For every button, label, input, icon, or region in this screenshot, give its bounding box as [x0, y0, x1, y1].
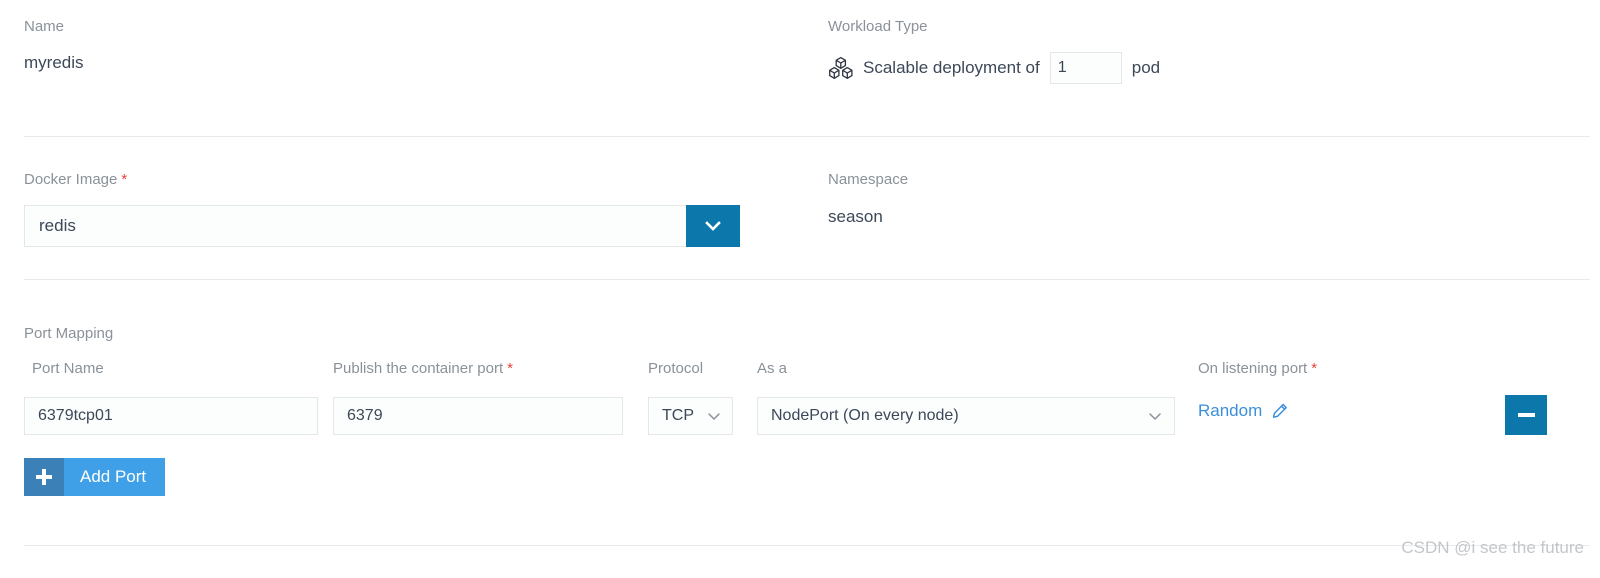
docker-image-group: Docker Image * [24, 171, 740, 247]
docker-image-input[interactable] [24, 205, 686, 247]
header-as-a: As a [757, 360, 788, 377]
workload-form-page: Name myredis Workload Type Scalable depl… [0, 0, 1600, 578]
section-basic-info: Name myredis Workload Type Scalable depl… [0, 0, 1600, 136]
port-mapping-title: Port Mapping [24, 325, 114, 342]
header-publish-port-required: * [507, 360, 513, 377]
add-port-button[interactable]: Add Port [24, 458, 166, 496]
section-image-namespace: Docker Image* Namespace season [0, 137, 1600, 279]
header-publish-port: Publish the container port [333, 360, 504, 377]
workload-type-label: Workload Type [828, 18, 928, 35]
docker-image-dropdown-button[interactable] [686, 205, 740, 247]
section-port-mapping: Port Mapping Port Name Publish the conta… [0, 280, 1600, 519]
port-mapping-header-row: Port Name Publish the container port * Pr… [0, 360, 1600, 380]
workload-type-row: Scalable deployment of pod [828, 52, 1160, 84]
namespace-label: Namespace [828, 171, 909, 188]
namespace-value: season [828, 207, 883, 226]
replica-count-input[interactable] [1049, 52, 1122, 84]
header-port-name: Port Name [32, 360, 104, 377]
header-listening-port: On listening port [1198, 360, 1308, 377]
header-listening-port-required: * [1311, 360, 1318, 377]
protocol-select-value: TCP [662, 407, 694, 424]
name-label: Name [24, 18, 65, 35]
docker-image-label: Docker Image [24, 171, 118, 188]
workload-text-after: pod [1131, 58, 1161, 77]
pencil-icon[interactable] [1271, 402, 1289, 420]
add-port-icon-area [24, 458, 64, 496]
name-field-group: Name myredis [24, 18, 84, 74]
name-value: myredis [24, 53, 84, 72]
header-protocol: Protocol [648, 360, 704, 377]
deployment-cubes-icon [829, 56, 853, 79]
header-listening-port-wrap: On listening port * [1198, 360, 1317, 378]
chevron-down-icon [1149, 413, 1161, 420]
namespace-group: Namespace season [828, 171, 908, 228]
listening-port-link[interactable]: Random [1198, 400, 1289, 422]
minus-icon [1517, 413, 1535, 417]
chevron-down-icon [708, 413, 720, 420]
workload-type-group: Workload Type Scalable deployment of 1 p… [828, 18, 1160, 84]
docker-image-field [24, 205, 740, 247]
service-type-select[interactable]: NodePort (On every node) [757, 397, 1175, 435]
divider-3 [24, 545, 1590, 546]
remove-port-button[interactable] [1505, 395, 1547, 435]
add-port-label: Add Port [64, 458, 166, 496]
table-row: TCP NodePort (On every node) Random [0, 392, 1600, 440]
watermark-text: CSDN @i see the future [1401, 538, 1584, 557]
plus-icon [36, 469, 52, 485]
header-publish-port-wrap: Publish the container port * [333, 360, 513, 378]
protocol-select[interactable]: TCP [648, 397, 733, 435]
listening-port-value: Random [1198, 401, 1263, 420]
container-port-input[interactable] [333, 397, 623, 435]
workload-text-before: Scalable deployment of [863, 58, 1040, 77]
service-type-select-value: NodePort (On every node) [771, 407, 959, 424]
docker-image-required-marker: * [121, 171, 128, 188]
chevron-down-icon [705, 221, 721, 231]
port-name-input[interactable] [24, 397, 318, 435]
